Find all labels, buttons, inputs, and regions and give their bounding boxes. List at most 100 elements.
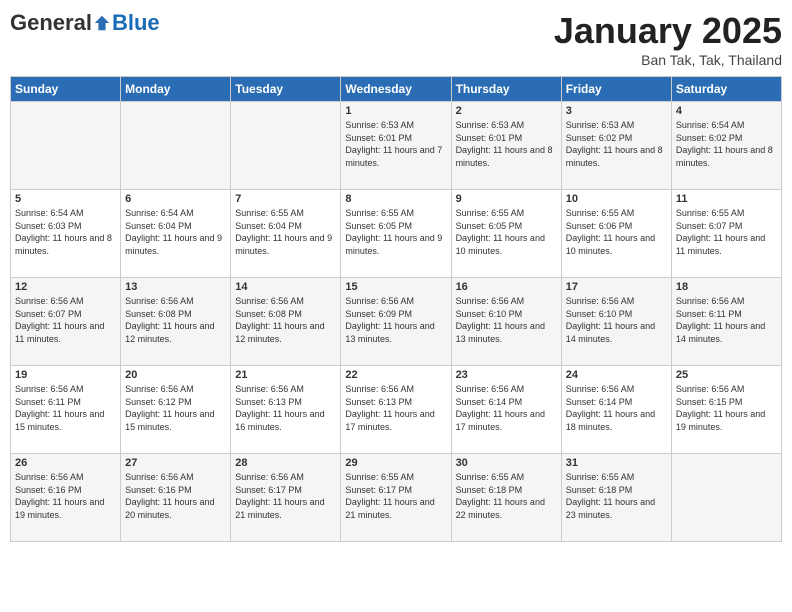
header-thursday: Thursday	[451, 77, 561, 102]
day-number: 12	[15, 281, 116, 293]
calendar-cell-w0d5: 3Sunrise: 6:53 AMSunset: 6:02 PMDaylight…	[561, 102, 671, 190]
day-number: 13	[125, 281, 226, 293]
cell-details: Sunrise: 6:56 AMSunset: 6:08 PMDaylight:…	[125, 295, 226, 345]
sunset-text: Sunset: 6:14 PM	[456, 396, 557, 409]
day-number: 28	[235, 457, 336, 469]
sunset-text: Sunset: 6:13 PM	[345, 396, 446, 409]
sunrise-text: Sunrise: 6:56 AM	[235, 295, 336, 308]
cell-details: Sunrise: 6:56 AMSunset: 6:12 PMDaylight:…	[125, 383, 226, 433]
cell-details: Sunrise: 6:54 AMSunset: 6:03 PMDaylight:…	[15, 207, 116, 257]
day-number: 19	[15, 369, 116, 381]
day-number: 10	[566, 193, 667, 205]
daylight-text: Daylight: 11 hours and 15 minutes.	[125, 408, 226, 433]
sunrise-text: Sunrise: 6:55 AM	[345, 471, 446, 484]
calendar-week-4: 26 Sunrise: 6:56 AMSunset: 6:16 PMDayligh…	[11, 454, 782, 542]
header-saturday: Saturday	[671, 77, 781, 102]
sunrise-text: Sunrise: 6:55 AM	[566, 471, 667, 484]
day-number: 29	[345, 457, 446, 469]
calendar-cell-w1d6: 11Sunrise: 6:55 AMSunset: 6:07 PMDayligh…	[671, 190, 781, 278]
calendar-cell-w3d6: 25 Sunrise: 6:56 AMSunset: 6:15 PMDayligh…	[671, 366, 781, 454]
calendar-cell-w4d0: 26 Sunrise: 6:56 AMSunset: 6:16 PMDayligh…	[11, 454, 121, 542]
daylight-text: Daylight: 11 hours and 18 minutes.	[566, 408, 667, 433]
cell-details: Sunrise: 6:56 AMSunset: 6:07 PMDaylight:…	[15, 295, 116, 345]
cell-details: Sunrise: 6:56 AMSunset: 6:09 PMDaylight:…	[345, 295, 446, 345]
calendar-cell-w4d2: 28 Sunrise: 6:56 AMSunset: 6:17 PMDayligh…	[231, 454, 341, 542]
header-wednesday: Wednesday	[341, 77, 451, 102]
cell-details: Sunrise: 6:55 AMSunset: 6:04 PMDaylight:…	[235, 207, 336, 257]
calendar-cell-w3d3: 22Sunrise: 6:56 AMSunset: 6:13 PMDayligh…	[341, 366, 451, 454]
sunrise-text: Sunrise: 6:56 AM	[345, 383, 446, 396]
cell-details: Sunrise: 6:56 AMSunset: 6:15 PMDaylight:…	[676, 383, 777, 433]
day-number: 8	[345, 193, 446, 205]
cell-details: Sunrise: 6:56 AMSunset: 6:17 PMDaylight:…	[235, 471, 336, 521]
cell-details: Sunrise: 6:55 AMSunset: 6:05 PMDaylight:…	[345, 207, 446, 257]
sunset-text: Sunset: 6:02 PM	[676, 132, 777, 145]
daylight-text: Daylight: 11 hours and 9 minutes.	[125, 232, 226, 257]
calendar-cell-w1d4: 9Sunrise: 6:55 AMSunset: 6:05 PMDaylight…	[451, 190, 561, 278]
calendar-cell-w0d3: 1Sunrise: 6:53 AMSunset: 6:01 PMDaylight…	[341, 102, 451, 190]
daylight-text: Daylight: 11 hours and 8 minutes.	[676, 144, 777, 169]
day-number: 4	[676, 105, 777, 117]
daylight-text: Daylight: 11 hours and 22 minutes.	[456, 496, 557, 521]
daylight-text: Daylight: 11 hours and 8 minutes.	[566, 144, 667, 169]
sunrise-text: Sunrise: 6:56 AM	[676, 383, 777, 396]
sunset-text: Sunset: 6:06 PM	[566, 220, 667, 233]
day-number: 18	[676, 281, 777, 293]
daylight-text: Daylight: 11 hours and 7 minutes.	[345, 144, 446, 169]
sunrise-text: Sunrise: 6:56 AM	[676, 295, 777, 308]
sunset-text: Sunset: 6:17 PM	[235, 484, 336, 497]
logo-general-text: General	[10, 10, 92, 36]
daylight-text: Daylight: 11 hours and 10 minutes.	[456, 232, 557, 257]
calendar-cell-w4d1: 27Sunrise: 6:56 AMSunset: 6:16 PMDayligh…	[121, 454, 231, 542]
sunrise-text: Sunrise: 6:56 AM	[456, 295, 557, 308]
sunrise-text: Sunrise: 6:56 AM	[566, 383, 667, 396]
page-header: General Blue January 2025 Ban Tak, Tak, …	[10, 10, 782, 68]
daylight-text: Daylight: 11 hours and 9 minutes.	[235, 232, 336, 257]
calendar-cell-w4d3: 29Sunrise: 6:55 AMSunset: 6:17 PMDayligh…	[341, 454, 451, 542]
day-number: 23	[456, 369, 557, 381]
month-title: January 2025	[554, 10, 782, 52]
calendar-cell-w3d2: 21Sunrise: 6:56 AMSunset: 6:13 PMDayligh…	[231, 366, 341, 454]
day-number: 25	[676, 369, 777, 381]
calendar-table: Sunday Monday Tuesday Wednesday Thursday…	[10, 76, 782, 542]
sunrise-text: Sunrise: 6:55 AM	[456, 471, 557, 484]
cell-details: Sunrise: 6:54 AMSunset: 6:04 PMDaylight:…	[125, 207, 226, 257]
daylight-text: Daylight: 11 hours and 9 minutes.	[345, 232, 446, 257]
day-number: 11	[676, 193, 777, 205]
calendar-cell-w0d2	[231, 102, 341, 190]
day-number: 2	[456, 105, 557, 117]
calendar-week-3: 19Sunrise: 6:56 AMSunset: 6:11 PMDayligh…	[11, 366, 782, 454]
sunset-text: Sunset: 6:04 PM	[235, 220, 336, 233]
sunrise-text: Sunrise: 6:56 AM	[235, 383, 336, 396]
logo: General Blue	[10, 10, 160, 36]
daylight-text: Daylight: 11 hours and 19 minutes.	[15, 496, 116, 521]
calendar-cell-w2d1: 13 Sunrise: 6:56 AMSunset: 6:08 PMDayligh…	[121, 278, 231, 366]
title-block: January 2025 Ban Tak, Tak, Thailand	[554, 10, 782, 68]
sunrise-text: Sunrise: 6:53 AM	[566, 119, 667, 132]
calendar-cell-w4d6	[671, 454, 781, 542]
daylight-text: Daylight: 11 hours and 19 minutes.	[676, 408, 777, 433]
sunset-text: Sunset: 6:01 PM	[345, 132, 446, 145]
calendar-week-1: 5Sunrise: 6:54 AMSunset: 6:03 PMDaylight…	[11, 190, 782, 278]
sunset-text: Sunset: 6:03 PM	[15, 220, 116, 233]
daylight-text: Daylight: 11 hours and 14 minutes.	[676, 320, 777, 345]
day-number: 26	[15, 457, 116, 469]
calendar-week-0: 1Sunrise: 6:53 AMSunset: 6:01 PMDaylight…	[11, 102, 782, 190]
calendar-cell-w2d6: 18Sunrise: 6:56 AMSunset: 6:11 PMDayligh…	[671, 278, 781, 366]
sunset-text: Sunset: 6:07 PM	[15, 308, 116, 321]
sunset-text: Sunset: 6:08 PM	[235, 308, 336, 321]
cell-details: Sunrise: 6:56 AMSunset: 6:16 PMDaylight:…	[15, 471, 116, 521]
sunrise-text: Sunrise: 6:55 AM	[235, 207, 336, 220]
day-number: 31	[566, 457, 667, 469]
sunrise-text: Sunrise: 6:55 AM	[345, 207, 446, 220]
sunrise-text: Sunrise: 6:56 AM	[125, 471, 226, 484]
day-number: 22	[345, 369, 446, 381]
sunset-text: Sunset: 6:15 PM	[676, 396, 777, 409]
calendar-cell-w3d0: 19Sunrise: 6:56 AMSunset: 6:11 PMDayligh…	[11, 366, 121, 454]
sunrise-text: Sunrise: 6:56 AM	[125, 295, 226, 308]
daylight-text: Daylight: 11 hours and 15 minutes.	[15, 408, 116, 433]
sunset-text: Sunset: 6:02 PM	[566, 132, 667, 145]
sunrise-text: Sunrise: 6:56 AM	[456, 383, 557, 396]
daylight-text: Daylight: 11 hours and 13 minutes.	[456, 320, 557, 345]
calendar-cell-w3d1: 20Sunrise: 6:56 AMSunset: 6:12 PMDayligh…	[121, 366, 231, 454]
